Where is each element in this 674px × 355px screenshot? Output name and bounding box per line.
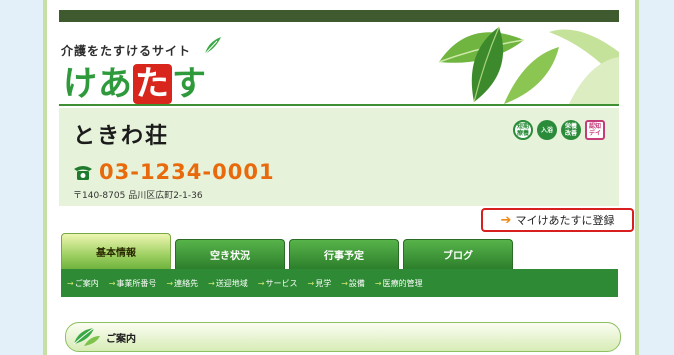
register-mypage-label: マイけあたすに登録: [515, 214, 615, 227]
phone-icon: [74, 166, 92, 180]
subnav-item-office-number[interactable]: →事業所番号: [109, 278, 157, 289]
subnav-item-guide[interactable]: →ご案内: [67, 278, 99, 289]
subnav-label: 連絡先: [174, 278, 199, 288]
subnav-label: 設備: [348, 278, 365, 288]
leaf-icon: [73, 327, 100, 346]
badge-label: 入浴: [540, 126, 553, 134]
leaves-illustration: [429, 22, 619, 104]
arrow-right-icon: →: [208, 278, 215, 288]
tab-availability[interactable]: 空き状況: [175, 239, 285, 269]
leaf-logo-icon: [204, 37, 221, 55]
section-header-guide: ご案内: [65, 322, 621, 352]
bath-icon: 入浴: [537, 120, 557, 140]
subnav-item-facilities[interactable]: →設備: [341, 278, 365, 289]
header-divider: [59, 104, 619, 106]
subnav-label: サービス: [265, 278, 298, 288]
arrow-right-icon: →: [307, 278, 315, 288]
sub-navigation: →ご案内 →事業所番号 →連絡先 →送迎地域 →サービス →見学 →設備 →医療…: [61, 269, 618, 297]
service-badges: 短期 療養 入浴 栄養 改善 認知 デイ: [513, 120, 605, 140]
badge-label: 認知 デイ: [588, 123, 601, 137]
subnav-label: 医療的管理: [382, 278, 423, 288]
arrow-right-icon: ➔: [500, 212, 512, 228]
tab-label: 空き状況: [210, 251, 250, 262]
arrow-right-icon: →: [108, 278, 116, 288]
logo-part2: す: [172, 64, 207, 104]
register-mypage-button[interactable]: ➔ マイけあたすに登録: [481, 208, 634, 232]
tab-events[interactable]: 行事予定: [289, 239, 399, 269]
tab-label: 行事予定: [324, 251, 364, 262]
tab-label: 基本情報: [96, 248, 136, 259]
top-bar: [59, 10, 619, 22]
subnav-label: 送迎地域: [215, 278, 248, 288]
short-stay-icon: 短期 療養: [513, 120, 533, 140]
phone-number[interactable]: 03-1234-0001: [99, 160, 275, 184]
phone-row: 03-1234-0001: [73, 160, 275, 184]
tab-basic-info[interactable]: 基本情報: [61, 233, 171, 269]
arrow-right-icon: →: [257, 278, 265, 288]
tab-label: ブログ: [443, 251, 473, 262]
page-container: 介護をたすけるサイト けあたす ときわ荘 短期 療養 入浴 栄養 改善 認知 デイ: [43, 0, 639, 355]
nutrition-icon: 栄養 改善: [561, 120, 581, 140]
arrow-right-icon: →: [166, 278, 174, 288]
facility-name: ときわ荘: [73, 124, 170, 149]
subnav-item-transport-area[interactable]: →送迎地域: [208, 278, 248, 289]
facility-info-box: ときわ荘 短期 療養 入浴 栄養 改善 認知 デイ 03-1234-0001 〒140…: [59, 108, 619, 206]
subnav-item-visit[interactable]: →見学: [308, 278, 332, 289]
logo-highlight: た: [133, 64, 172, 104]
facility-address: 〒140-8705 品川区広町2-1-36: [73, 191, 203, 201]
arrow-right-icon: →: [67, 278, 74, 288]
badge-label: 短期 療養: [516, 123, 529, 137]
logo-part1: けあ: [63, 64, 133, 104]
subnav-item-contact[interactable]: →連絡先: [166, 278, 198, 289]
subnav-label: ご案内: [74, 278, 99, 288]
brand-logo[interactable]: けあたす: [63, 56, 207, 105]
subnav-item-services[interactable]: →サービス: [258, 278, 298, 289]
section-title: ご案内: [106, 333, 136, 345]
subnav-item-medical-care[interactable]: →医療的管理: [375, 278, 423, 289]
subnav-label: 見学: [315, 278, 332, 288]
dementia-day-icon: 認知 デイ: [585, 120, 605, 140]
arrow-right-icon: →: [374, 278, 382, 288]
subnav-label: 事業所番号: [116, 278, 157, 288]
badge-label: 栄養 改善: [564, 123, 577, 137]
arrow-right-icon: →: [341, 278, 348, 288]
tab-blog[interactable]: ブログ: [403, 239, 513, 269]
